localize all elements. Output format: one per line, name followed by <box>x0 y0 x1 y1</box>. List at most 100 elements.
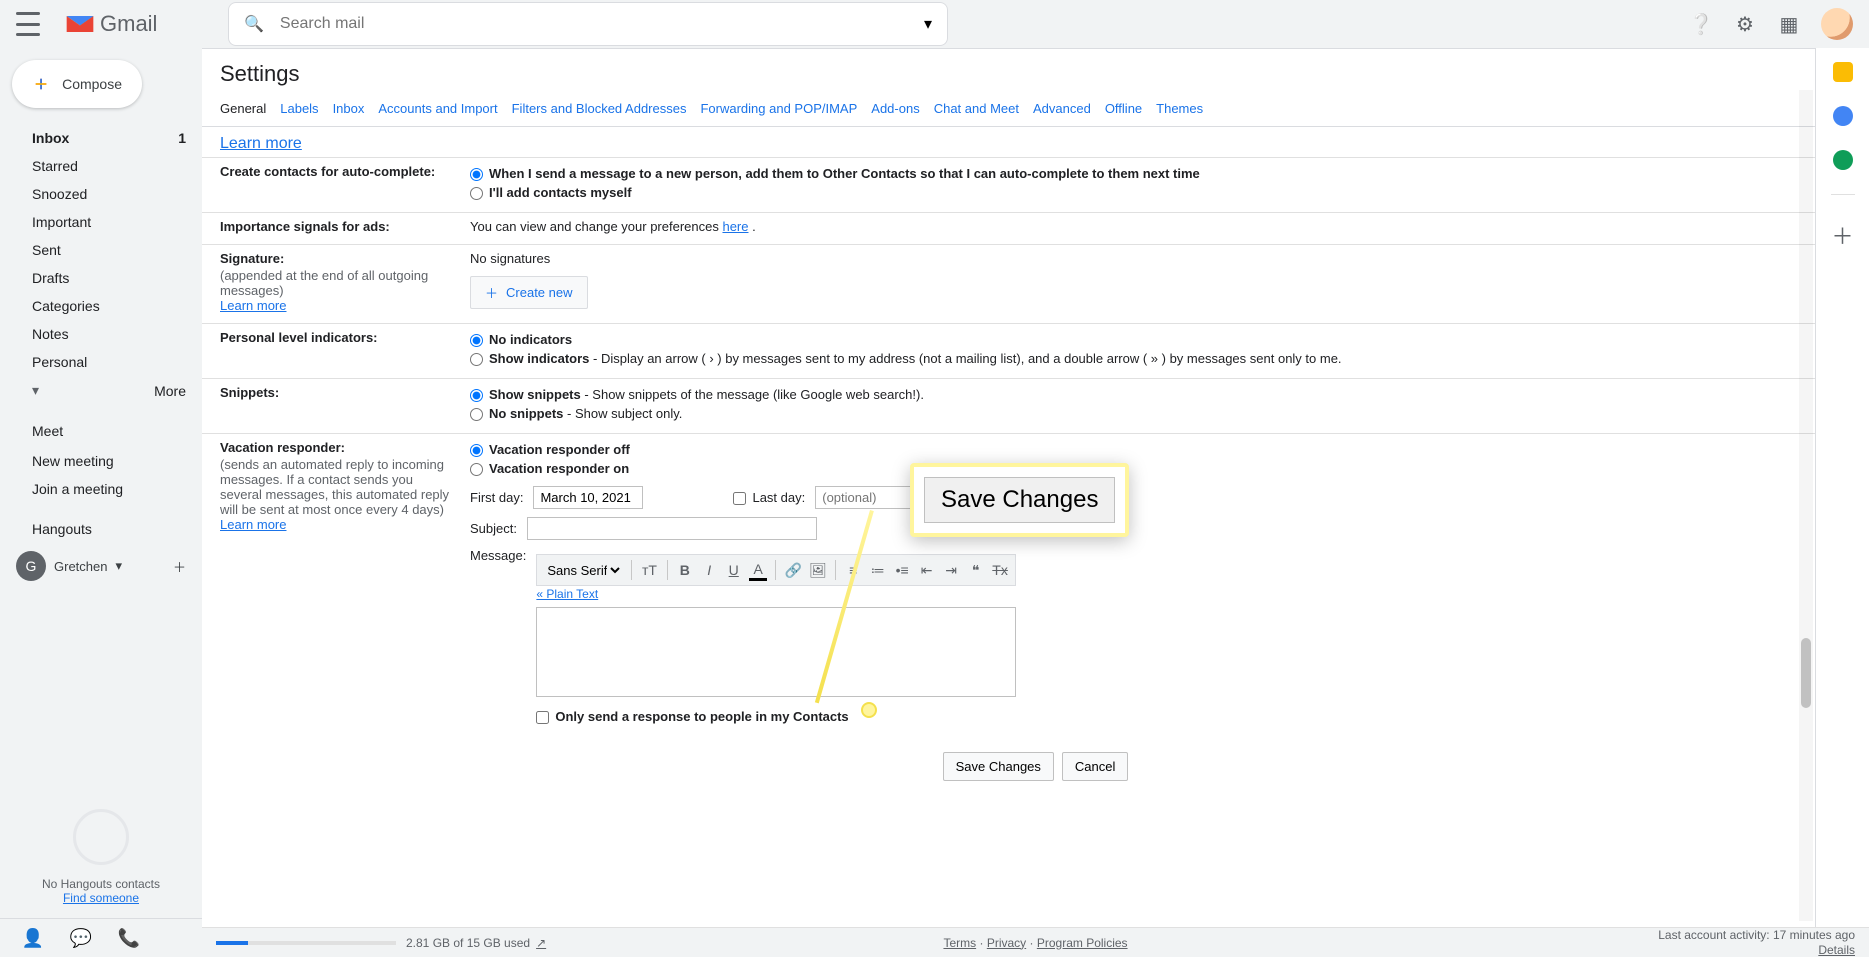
tab-general[interactable]: General <box>220 95 266 126</box>
details-link[interactable]: Details <box>1818 943 1855 957</box>
learn-more-link-top[interactable]: Learn more <box>220 135 302 152</box>
tab-offline[interactable]: Offline <box>1105 95 1142 126</box>
sidebar-item-drafts[interactable]: Drafts <box>8 264 194 292</box>
importance-here-link[interactable]: here <box>722 219 748 234</box>
footer-privacy[interactable]: Privacy <box>987 936 1026 950</box>
indent-more-icon[interactable]: ⇥ <box>942 559 960 581</box>
insert-image-icon[interactable]: 🖼 <box>809 559 827 581</box>
opt-create-contacts-manual[interactable]: I'll add contacts myself <box>470 183 1851 202</box>
font-select[interactable]: Sans Serif <box>543 562 623 579</box>
tab-chat-meet[interactable]: Chat and Meet <box>934 95 1019 126</box>
only-contacts-opt[interactable]: Only send a response to people in my Con… <box>536 707 1016 726</box>
tab-add-ons[interactable]: Add-ons <box>871 95 919 126</box>
italic-icon[interactable]: I <box>700 559 718 581</box>
first-day-input[interactable] <box>533 486 643 509</box>
cancel-button[interactable]: Cancel <box>1062 752 1128 781</box>
search-options-icon[interactable]: ▾ <box>924 14 932 34</box>
subject-input[interactable] <box>527 517 817 540</box>
tab-forwarding-pop-imap[interactable]: Forwarding and POP/IMAP <box>700 95 857 126</box>
compose-plus-icon <box>32 73 50 95</box>
sidebar-item-notes[interactable]: Notes <box>8 320 194 348</box>
numbered-list-icon[interactable]: ≔ <box>869 559 887 581</box>
opt-show-snippets[interactable]: Show snippets - Show snippets of the mes… <box>470 385 1851 404</box>
settings-gear-icon[interactable]: ⚙ <box>1733 12 1757 36</box>
bold-icon[interactable]: B <box>676 559 694 581</box>
apps-grid-icon[interactable]: ▦ <box>1777 12 1801 36</box>
hamburger-menu-icon[interactable] <box>16 12 40 36</box>
sidebar-item-starred[interactable]: Starred <box>8 152 194 180</box>
search-bar[interactable]: 🔍 ▾ <box>228 2 948 46</box>
scrollbar-thumb[interactable] <box>1801 638 1811 708</box>
chevron-down-icon[interactable]: ▾ <box>115 558 122 574</box>
last-day-input[interactable] <box>815 486 925 509</box>
radio-no-snippets[interactable] <box>470 408 483 421</box>
tasks-icon[interactable] <box>1833 106 1853 126</box>
tab-filters-blocked[interactable]: Filters and Blocked Addresses <box>512 95 687 126</box>
create-new-signature-button[interactable]: ＋ Create new <box>470 276 588 309</box>
radio-show-indicators[interactable] <box>470 353 483 366</box>
message-textarea[interactable] <box>536 607 1016 697</box>
bulleted-list-icon[interactable]: •≡ <box>893 559 911 581</box>
keep-icon[interactable] <box>1833 62 1853 82</box>
contacts-icon[interactable] <box>1833 150 1853 170</box>
storage-external-icon[interactable]: ↗ <box>536 936 546 950</box>
hangouts-chat-icon[interactable]: 💬 <box>70 927 92 949</box>
hangouts-user-chip[interactable]: G Gretchen ▾ ＋ <box>8 545 194 587</box>
main-scrollbar[interactable] <box>1799 90 1813 921</box>
sidebar-item-categories[interactable]: Categories <box>8 292 194 320</box>
opt-no-indicators[interactable]: No indicators <box>470 330 1851 349</box>
compose-button[interactable]: Compose <box>12 60 142 108</box>
footer-terms[interactable]: Terms <box>943 936 976 950</box>
indent-less-icon[interactable]: ⇤ <box>917 559 935 581</box>
help-icon[interactable]: ❔ <box>1689 12 1713 36</box>
vacation-learn-more[interactable]: Learn more <box>220 517 286 532</box>
hangouts-person-icon[interactable]: 👤 <box>22 927 44 949</box>
search-icon[interactable]: 🔍 <box>244 14 264 34</box>
opt-create-contacts-auto[interactable]: When I send a message to a new person, a… <box>470 164 1851 183</box>
find-someone-link[interactable]: Find someone <box>63 891 139 905</box>
opt-show-indicators[interactable]: Show indicators - Display an arrow ( › )… <box>470 349 1851 368</box>
sidebar-item-personal[interactable]: Personal <box>8 348 194 376</box>
plain-text-link[interactable]: « Plain Text <box>536 587 598 601</box>
insert-link-icon[interactable]: 🔗 <box>784 559 802 581</box>
plus-icon[interactable]: ＋ <box>173 557 186 576</box>
radio-create-contacts-auto[interactable] <box>470 168 483 181</box>
tab-accounts-import[interactable]: Accounts and Import <box>378 95 497 126</box>
radio-vacation-on[interactable] <box>470 463 483 476</box>
save-changes-button[interactable]: Save Changes <box>943 752 1054 781</box>
underline-icon[interactable]: U <box>724 559 742 581</box>
opt-vacation-off[interactable]: Vacation responder off <box>470 440 1851 459</box>
radio-no-indicators[interactable] <box>470 334 483 347</box>
last-day-check[interactable]: Last day: <box>733 488 805 507</box>
sidebar-item-important[interactable]: Important <box>8 208 194 236</box>
last-day-checkbox[interactable] <box>733 492 746 505</box>
tab-advanced[interactable]: Advanced <box>1033 95 1091 126</box>
remove-formatting-icon[interactable]: Tx <box>991 559 1009 581</box>
only-contacts-checkbox[interactable] <box>536 711 549 724</box>
meet-new-meeting[interactable]: New meeting <box>8 447 194 475</box>
text-color-icon[interactable]: A <box>749 559 767 581</box>
signature-learn-more[interactable]: Learn more <box>220 298 286 313</box>
hangouts-phone-icon[interactable]: 📞 <box>118 927 140 949</box>
radio-show-snippets[interactable] <box>470 389 483 402</box>
text-size-icon[interactable]: ᴛT <box>640 559 658 581</box>
search-input[interactable] <box>280 15 908 33</box>
sidebar-item-sent[interactable]: Sent <box>8 236 194 264</box>
add-addon-icon[interactable]: ＋ <box>1831 219 1853 251</box>
storage-bar[interactable] <box>216 941 396 945</box>
tab-labels[interactable]: Labels <box>280 95 318 126</box>
account-avatar[interactable] <box>1821 8 1853 40</box>
sidebar-item-snoozed[interactable]: Snoozed <box>8 180 194 208</box>
tab-themes[interactable]: Themes <box>1156 95 1203 126</box>
tab-inbox[interactable]: Inbox <box>333 95 365 126</box>
radio-vacation-off[interactable] <box>470 444 483 457</box>
quote-icon[interactable]: ❝ <box>966 559 984 581</box>
sidebar-item-more[interactable]: More <box>8 376 194 405</box>
opt-vacation-on[interactable]: Vacation responder on <box>470 459 1851 478</box>
gmail-logo[interactable]: Gmail <box>64 6 164 42</box>
radio-create-contacts-manual[interactable] <box>470 187 483 200</box>
footer-program-policies[interactable]: Program Policies <box>1037 936 1128 950</box>
opt-no-snippets[interactable]: No snippets - Show subject only. <box>470 404 1851 423</box>
meet-join-meeting[interactable]: Join a meeting <box>8 475 194 503</box>
sidebar-item-inbox[interactable]: Inbox 1 <box>8 124 194 152</box>
